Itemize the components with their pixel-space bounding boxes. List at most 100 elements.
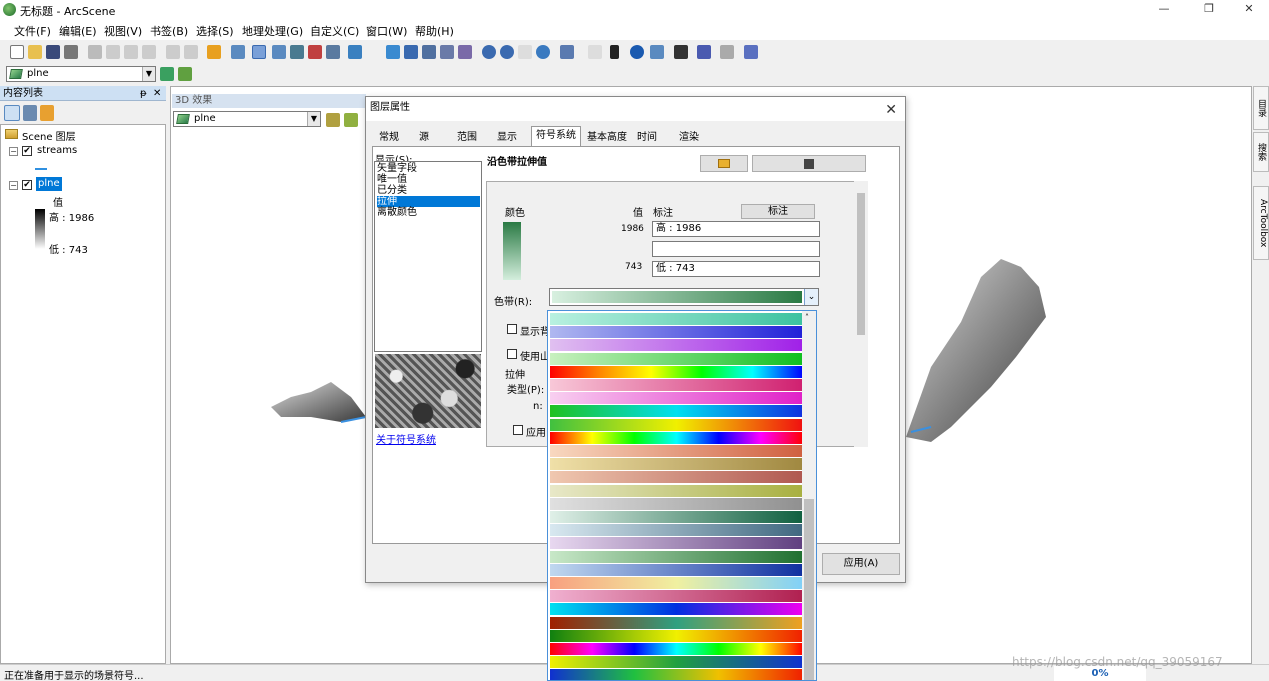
color-ramp-option[interactable] [550, 379, 803, 391]
arctoolbox-side-tab[interactable]: ArcToolbox [1253, 186, 1269, 260]
menu-geoprocessing[interactable]: 地理处理(G) [242, 23, 303, 39]
color-ramp-option[interactable] [550, 643, 803, 655]
save-icon[interactable] [46, 45, 60, 59]
color-ramp-option[interactable] [550, 669, 803, 680]
undo-icon[interactable] [166, 45, 180, 59]
show-background-checkbox[interactable] [507, 324, 517, 334]
color-ramp-list[interactable]: ˄ [547, 310, 817, 681]
fly-icon[interactable] [404, 45, 418, 59]
python-window-icon[interactable] [326, 45, 340, 59]
color-ramp-option[interactable] [550, 484, 803, 497]
list-by-source-icon[interactable] [23, 105, 37, 121]
low-label-field[interactable]: 低 : 743 [652, 261, 820, 277]
color-ramp-option[interactable] [550, 313, 803, 325]
color-ramp-option[interactable] [550, 524, 803, 537]
toc-window-icon[interactable] [252, 45, 266, 59]
zoom-in-icon[interactable] [482, 45, 496, 59]
color-ramp-scrollbar[interactable]: ˄ [802, 311, 816, 680]
color-ramp-option[interactable] [550, 603, 803, 616]
color-ramp-option[interactable] [550, 656, 803, 669]
find-icon[interactable] [674, 45, 688, 59]
menu-view[interactable]: 视图(V) [104, 23, 142, 39]
plne-layer-name[interactable]: plne [36, 177, 62, 191]
color-ramp-option[interactable] [550, 458, 803, 471]
show-item-unique-values[interactable]: 唯一值 [377, 174, 480, 185]
html-popup-icon[interactable] [650, 45, 664, 59]
color-ramp-option[interactable] [550, 550, 803, 563]
chevron-down-icon[interactable]: ⌄ [804, 289, 818, 305]
menu-customize[interactable]: 自定义(C) [310, 23, 359, 39]
measure-icon[interactable] [697, 45, 711, 59]
color-ramp-option[interactable] [550, 418, 803, 431]
tab-general[interactable]: 常规 [374, 128, 404, 146]
delete-icon[interactable] [142, 45, 156, 59]
open-icon[interactable] [28, 45, 42, 59]
arctoolbox-icon[interactable] [308, 45, 322, 59]
color-ramp-option[interactable] [550, 471, 803, 484]
tab-source[interactable]: 源 [411, 128, 437, 146]
show-item-stretched[interactable]: 拉伸 [377, 196, 480, 207]
color-ramp-option[interactable] [550, 445, 803, 457]
streams-layer-name[interactable]: streams [37, 145, 77, 156]
color-ramp-option[interactable] [550, 563, 803, 576]
mid-label-field[interactable] [652, 241, 820, 257]
menu-edit[interactable]: 编辑(E) [59, 23, 97, 39]
tab-symbology[interactable]: 符号系统 [531, 126, 581, 146]
color-ramp-option[interactable] [550, 590, 803, 603]
animation-icon[interactable] [720, 45, 734, 59]
menu-windows[interactable]: 窗口(W) [366, 23, 407, 39]
apply-button[interactable]: 应用(A) [822, 553, 900, 575]
color-ramp-option[interactable] [550, 405, 803, 418]
search-side-tab[interactable]: 搜索 [1253, 132, 1269, 172]
color-ramp-option[interactable] [550, 392, 803, 405]
clear-selection-icon[interactable] [588, 45, 602, 59]
list-by-visibility-icon[interactable] [40, 105, 54, 121]
contour-icon[interactable] [160, 67, 174, 81]
select-features-icon[interactable] [560, 45, 574, 59]
settings-scroll-thumb[interactable] [857, 193, 865, 335]
use-hillshade-checkbox[interactable] [507, 349, 517, 359]
add-data-icon[interactable] [207, 45, 221, 59]
color-ramp-option[interactable] [550, 616, 803, 629]
effects-layer-combo[interactable]: plne ▼ [173, 111, 321, 127]
tab-display[interactable]: 显示 [492, 128, 522, 146]
color-ramp-select[interactable]: ⌄ [549, 288, 819, 306]
redo-icon[interactable] [184, 45, 198, 59]
menu-help[interactable]: 帮助(H) [415, 23, 454, 39]
high-label-field[interactable]: 高 : 1986 [652, 221, 820, 237]
label-button[interactable]: 标注 [741, 204, 815, 219]
search-window-icon[interactable] [290, 45, 304, 59]
set-observer-icon[interactable] [458, 45, 472, 59]
tab-rendering[interactable]: 渲染 [674, 128, 704, 146]
color-ramp-scroll-thumb[interactable] [804, 499, 814, 680]
layer-combo[interactable]: plne ▼ [6, 66, 156, 82]
new-icon[interactable] [10, 45, 24, 59]
menu-file[interactable]: 文件(F) [14, 23, 51, 39]
3d-effects-icon[interactable] [744, 45, 758, 59]
chevron-down-icon[interactable]: ▼ [307, 112, 320, 126]
plne-checkbox[interactable]: ✔ [22, 180, 32, 190]
model-builder-icon[interactable] [348, 45, 362, 59]
color-ramp-option[interactable] [550, 511, 803, 523]
toc-close-icon[interactable]: ✕ [153, 86, 161, 101]
zoom-to-target-icon[interactable] [440, 45, 454, 59]
list-by-drawing-order-icon[interactable] [4, 105, 20, 121]
about-symbology-link[interactable]: 关于符号系统 [376, 431, 436, 446]
show-item-classified[interactable]: 已分类 [377, 185, 480, 196]
identify-icon[interactable] [630, 45, 644, 59]
color-ramp-option[interactable] [550, 629, 803, 642]
close-button[interactable]: ✕ [1235, 2, 1263, 18]
color-ramp-option[interactable] [550, 326, 803, 339]
target-center-icon[interactable] [422, 45, 436, 59]
pan-icon[interactable] [518, 45, 532, 59]
menu-bookmarks[interactable]: 书签(B) [150, 23, 188, 39]
tab-extent[interactable]: 范围 [452, 128, 482, 146]
scroll-up-icon[interactable]: ˄ [805, 313, 809, 322]
import-button[interactable] [700, 155, 748, 172]
save-style-button[interactable] [752, 155, 866, 172]
plne-expander[interactable]: − [9, 181, 18, 190]
apply-gamma-checkbox[interactable] [513, 425, 523, 435]
streams-checkbox[interactable]: ✔ [22, 146, 32, 156]
catalog-icon[interactable] [272, 45, 286, 59]
menu-selection[interactable]: 选择(S) [196, 23, 234, 39]
